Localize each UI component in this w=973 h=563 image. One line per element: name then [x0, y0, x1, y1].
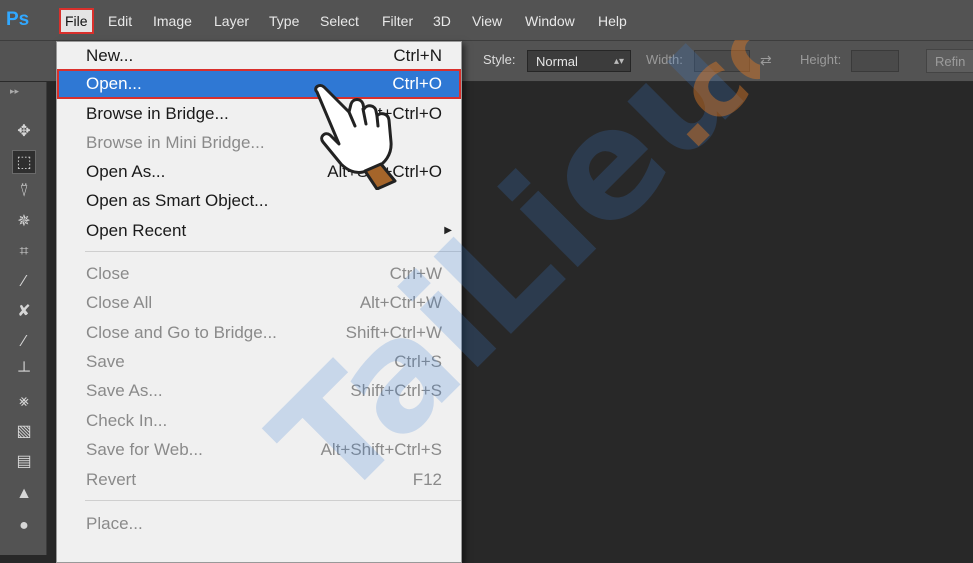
menu-3d[interactable]: 3D	[429, 10, 455, 32]
menu-help[interactable]: Help	[594, 10, 631, 32]
menu-edit[interactable]: Edit	[104, 10, 136, 32]
menu-item-label: Open Recent	[86, 221, 187, 240]
menu-item-label: Open As...	[86, 162, 166, 181]
menu-item-label: Save As...	[86, 381, 163, 400]
menu-item-check-in: Check In...	[58, 407, 460, 435]
style-select-value: Normal	[536, 54, 578, 69]
menu-item-label: Revert	[86, 470, 137, 489]
menu-type[interactable]: Type	[265, 10, 303, 32]
style-label: Style:	[483, 52, 516, 67]
brush-tool-icon[interactable]: ⁄	[12, 330, 36, 354]
tools-panel: ▸▸ ✥ ⬚ ⍢ ✵ ⌗ ∕ ✘ ⁄ ┴ ⨳ ▧ ▤ ▲ ●	[0, 82, 47, 555]
width-label: Width:	[646, 52, 683, 67]
menu-item-label: Browse in Bridge...	[86, 104, 229, 123]
menu-item-new[interactable]: New... Ctrl+N	[58, 42, 460, 70]
menu-image[interactable]: Image	[149, 10, 196, 32]
blur-tool-icon[interactable]: ▲	[12, 482, 36, 506]
menu-item-label: Open as Smart Object...	[86, 191, 269, 210]
menu-item-shortcut: Alt+Ctrl+W	[359, 293, 442, 312]
menu-item-close-all: Close All Alt+Ctrl+W	[58, 289, 460, 317]
menu-item-close-and-go-to-bridge: Close and Go to Bridge... Shift+Ctrl+W	[58, 319, 460, 347]
height-label: Height:	[800, 52, 842, 67]
menu-file[interactable]: File	[59, 8, 94, 34]
menu-item-open-recent[interactable]: Open Recent ▶	[58, 217, 460, 245]
lasso-tool-icon[interactable]: ⍢	[12, 180, 36, 204]
menu-item-label: Place...	[86, 514, 143, 533]
crop-tool-icon[interactable]: ⌗	[12, 240, 36, 264]
menu-item-label: Open...	[86, 74, 142, 93]
menu-item-label: Close and Go to Bridge...	[86, 323, 277, 342]
menu-view[interactable]: View	[468, 10, 506, 32]
history-brush-tool-icon[interactable]: ⨳	[12, 390, 36, 414]
menu-item-shortcut: F12	[412, 470, 442, 489]
menu-filter[interactable]: Filter	[378, 10, 417, 32]
dodge-tool-icon[interactable]: ●	[12, 514, 36, 538]
menu-item-open-as-smart-object[interactable]: Open as Smart Object...	[58, 187, 460, 215]
clone-stamp-tool-icon[interactable]: ┴	[12, 360, 36, 384]
menu-window[interactable]: Window	[521, 10, 579, 32]
hand-cursor-icon	[314, 84, 397, 190]
menu-item-save-for-web: Save for Web... Alt+Shift+Ctrl+S	[58, 436, 460, 464]
menu-item-revert: Revert F12	[58, 466, 460, 494]
menu-item-label: Save for Web...	[86, 440, 203, 459]
eraser-tool-icon[interactable]: ▧	[12, 420, 36, 444]
menu-item-shortcut: Shift+Ctrl+W	[345, 323, 442, 342]
refine-edge-button[interactable]: Refin	[926, 49, 973, 73]
menu-item-close: Close Ctrl+W	[58, 260, 460, 288]
menu-item-shortcut: Ctrl+S	[394, 352, 442, 371]
collapse-panel-icon[interactable]: ▸▸	[10, 86, 19, 97]
select-arrows-icon: ▴▾	[613, 56, 624, 67]
menu-item-shortcut: Ctrl+W	[389, 264, 442, 283]
menu-item-shortcut: Ctrl+N	[393, 46, 442, 65]
menu-item-shortcut: Alt+Shift+Ctrl+S	[320, 440, 442, 459]
eyedropper-tool-icon[interactable]: ∕	[12, 270, 36, 294]
style-select[interactable]: Normal ▴▾	[527, 50, 631, 72]
swap-dimensions-icon[interactable]: ⇄	[760, 52, 772, 69]
magic-wand-tool-icon[interactable]: ✵	[12, 210, 36, 234]
menu-item-label: Close All	[86, 293, 153, 312]
healing-brush-tool-icon[interactable]: ✘	[12, 300, 36, 324]
gradient-tool-icon[interactable]: ▤	[12, 450, 36, 474]
menu-separator	[85, 500, 461, 501]
menu-item-label: Save	[86, 352, 125, 371]
menu-item-label: New...	[86, 46, 134, 65]
menu-item-save-as: Save As... Shift+Ctrl+S	[58, 377, 460, 405]
menu-item-save: Save Ctrl+S	[58, 348, 460, 376]
menu-item-label: Check In...	[86, 411, 168, 430]
photoshop-logo: Ps	[6, 9, 30, 30]
menu-item-label: Close	[86, 264, 130, 283]
menu-item-place: Place...	[58, 510, 460, 538]
submenu-arrow-icon: ▶	[444, 225, 452, 236]
move-tool-icon[interactable]: ✥	[12, 120, 36, 144]
height-field[interactable]	[851, 50, 899, 72]
marquee-tool-icon[interactable]: ⬚	[12, 150, 36, 174]
menu-item-shortcut: Shift+Ctrl+S	[350, 381, 442, 400]
menu-separator	[85, 251, 461, 252]
menu-layer[interactable]: Layer	[210, 10, 253, 32]
menu-select[interactable]: Select	[316, 10, 363, 32]
menu-item-label: Browse in Mini Bridge...	[86, 133, 265, 152]
width-field[interactable]	[694, 50, 750, 72]
menu-bar: Ps File Edit Image Layer Type Select Fil…	[0, 0, 973, 41]
